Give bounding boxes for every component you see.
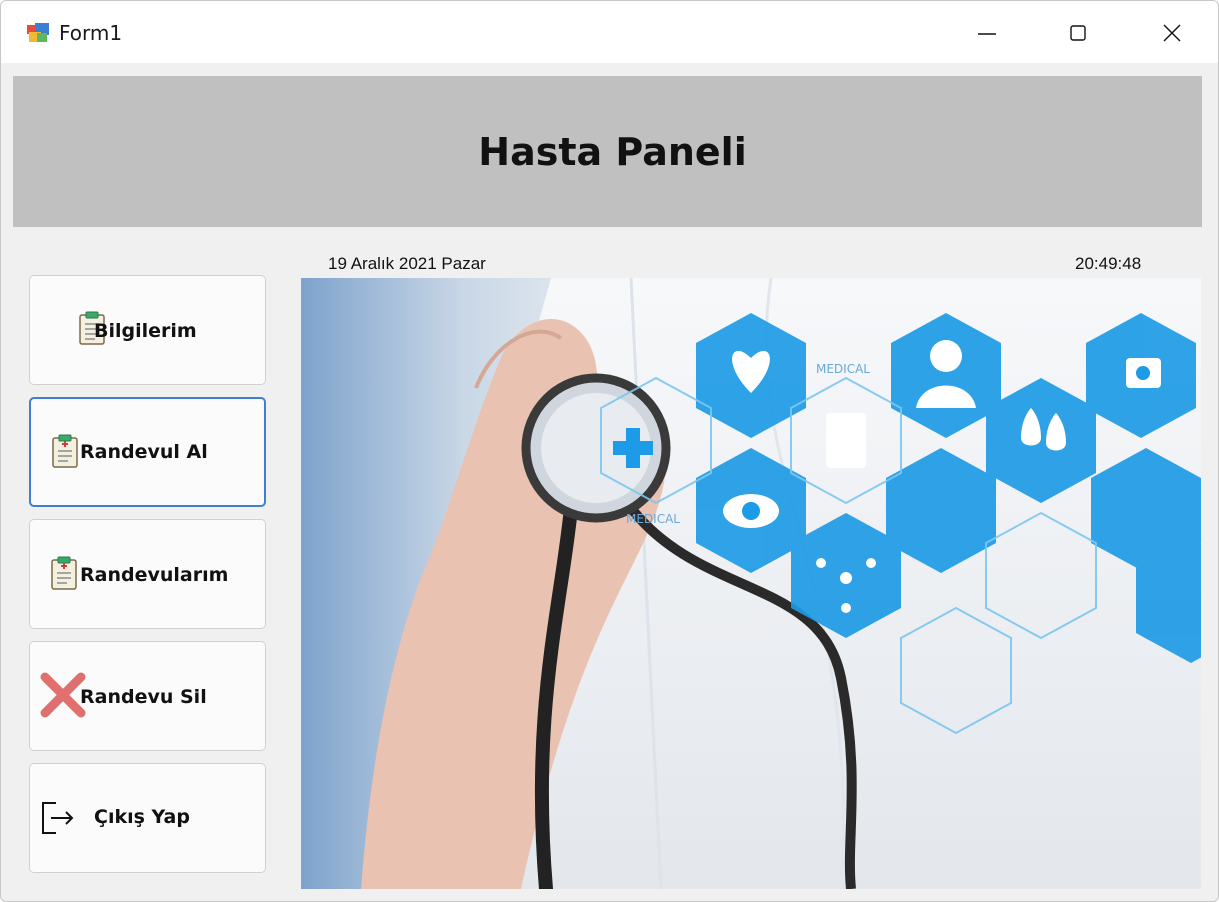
randevularim-button[interactable]: Randevularım: [29, 519, 266, 629]
randevu-al-label: Randevul Al: [80, 441, 208, 463]
date-label: 19 Aralık 2021 Pazar: [328, 254, 486, 273]
overlay-text-medical: MEDICAL: [626, 512, 680, 526]
close-button[interactable]: [1149, 13, 1195, 53]
randevularim-label: Randevularım: [80, 564, 229, 586]
app-window: Form1 Hasta Paneli 19 Aralık 2021 Pazar …: [0, 0, 1219, 902]
clipboard-icon: [51, 434, 81, 468]
cikis-yap-button[interactable]: Çıkış Yap: [29, 763, 266, 873]
overlay-text-medical: MEDICAL: [816, 362, 870, 376]
randevu-sil-button[interactable]: Randevu Sil: [29, 641, 266, 751]
medical-image: MEDICAL MEDICAL: [301, 278, 1201, 889]
header-panel: Hasta Paneli: [13, 76, 1202, 227]
window-title: Form1: [59, 21, 123, 45]
cikis-yap-label: Çıkış Yap: [94, 806, 190, 828]
page-title: Hasta Paneli: [478, 129, 747, 174]
time-label: 20:49:48: [1075, 254, 1142, 273]
randevu-sil-label: Randevu Sil: [80, 686, 207, 708]
bilgilerim-label: Bilgilerim: [94, 320, 197, 342]
minimize-icon: [977, 23, 997, 43]
minimize-button[interactable]: [964, 13, 1010, 53]
maximize-button[interactable]: [1055, 13, 1101, 53]
bilgilerim-button[interactable]: Bilgilerim: [29, 275, 266, 385]
clipboard-icon: [50, 556, 80, 590]
winforms-app-icon: [27, 23, 49, 43]
randevu-al-button[interactable]: Randevul Al: [29, 397, 266, 507]
maximize-icon: [1068, 23, 1088, 43]
close-icon: [1162, 23, 1182, 43]
title-bar[interactable]: Form1: [1, 1, 1218, 63]
exit-icon: [40, 797, 76, 837]
